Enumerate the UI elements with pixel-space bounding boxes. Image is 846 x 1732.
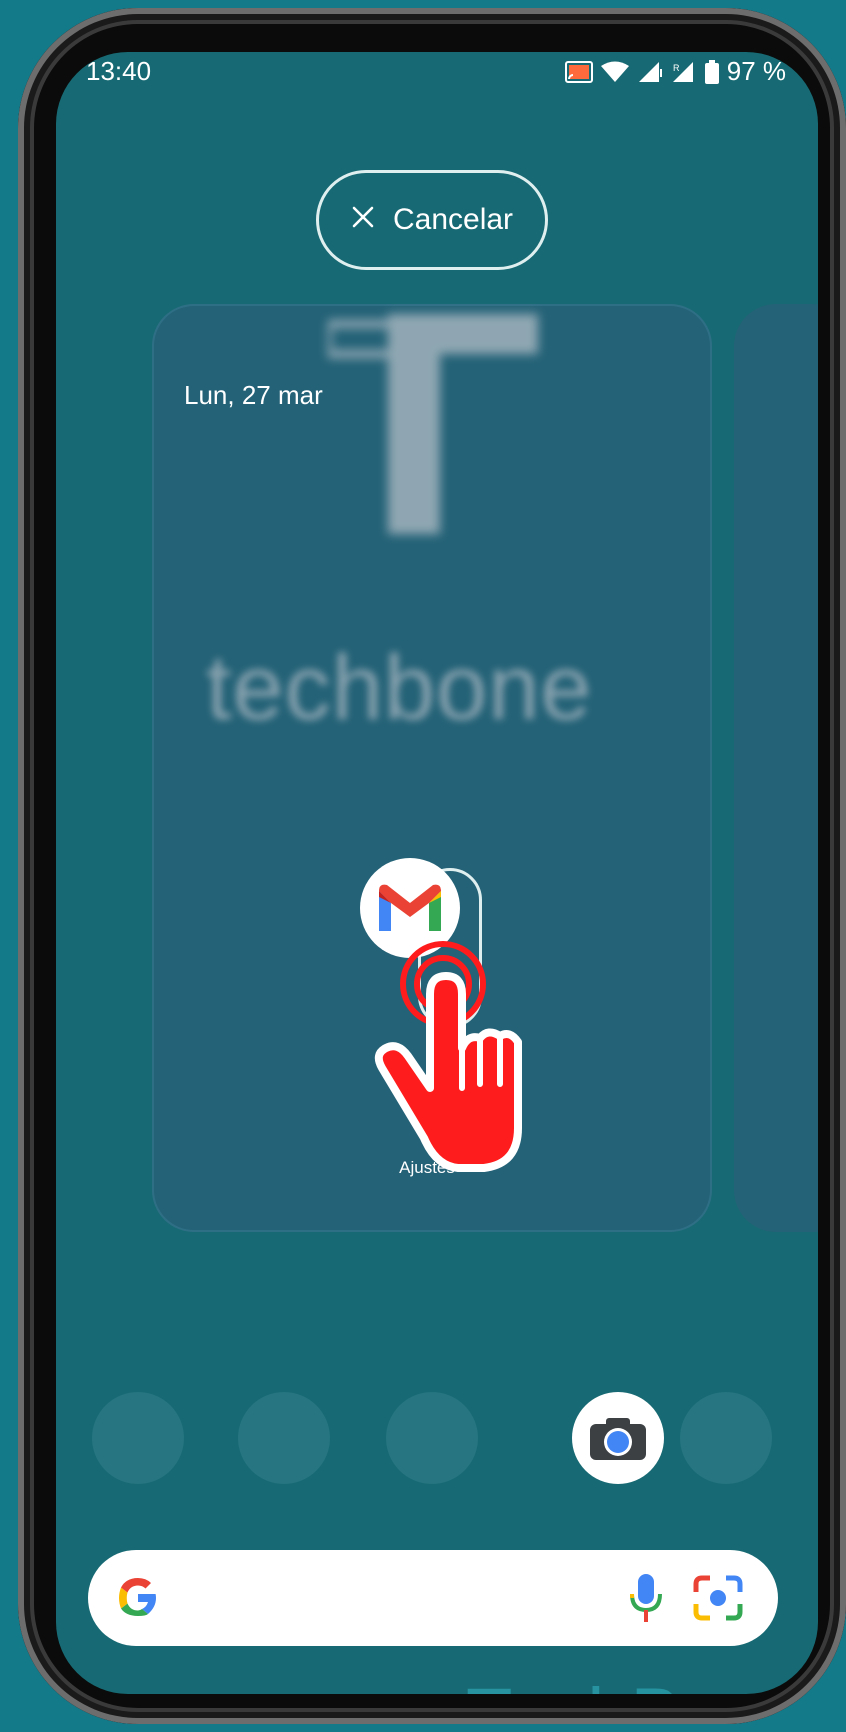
status-time: 13:40 xyxy=(86,56,152,86)
signal-icon xyxy=(637,61,663,83)
battery-percent: 97 % xyxy=(726,56,786,86)
battery-icon xyxy=(704,59,719,84)
svg-text:R: R xyxy=(673,63,680,73)
dock-slot-empty[interactable] xyxy=(238,1392,330,1484)
dock-slot-empty[interactable] xyxy=(680,1392,772,1484)
google-search-bar[interactable] xyxy=(88,1550,778,1646)
camera-app-icon[interactable] xyxy=(572,1392,664,1484)
app-label-ajustes[interactable]: Ajustes xyxy=(382,1158,472,1178)
techbone-logo xyxy=(328,314,538,534)
lens-icon[interactable] xyxy=(692,1574,744,1622)
next-page-preview[interactable] xyxy=(734,304,818,1232)
close-icon xyxy=(351,203,375,237)
google-g-icon xyxy=(119,1578,156,1616)
status-bar: 13:40 R 97 % xyxy=(56,52,818,122)
techbone-corner-watermark: TechBone xyxy=(466,1672,812,1694)
techbone-watermark-text: techbone xyxy=(206,637,593,739)
cast-icon xyxy=(564,60,593,83)
dock-slot-empty[interactable] xyxy=(386,1392,478,1484)
dock xyxy=(92,1392,782,1488)
cancel-button[interactable]: Cancelar xyxy=(316,170,548,270)
wifi-icon xyxy=(600,61,629,83)
mic-icon[interactable] xyxy=(626,1572,666,1624)
hand-pointer-icon xyxy=(374,941,522,1172)
signal-roaming-icon: R xyxy=(671,61,697,83)
date-widget[interactable]: Lun, 27 mar xyxy=(184,380,323,411)
dock-slot-empty[interactable] xyxy=(92,1392,184,1484)
home-screen: 13:40 R 97 % Cancelar techbone Lun, 27 m… xyxy=(56,52,818,1694)
status-icons: R 97 % xyxy=(564,56,786,87)
cancel-label: Cancelar xyxy=(392,203,514,236)
